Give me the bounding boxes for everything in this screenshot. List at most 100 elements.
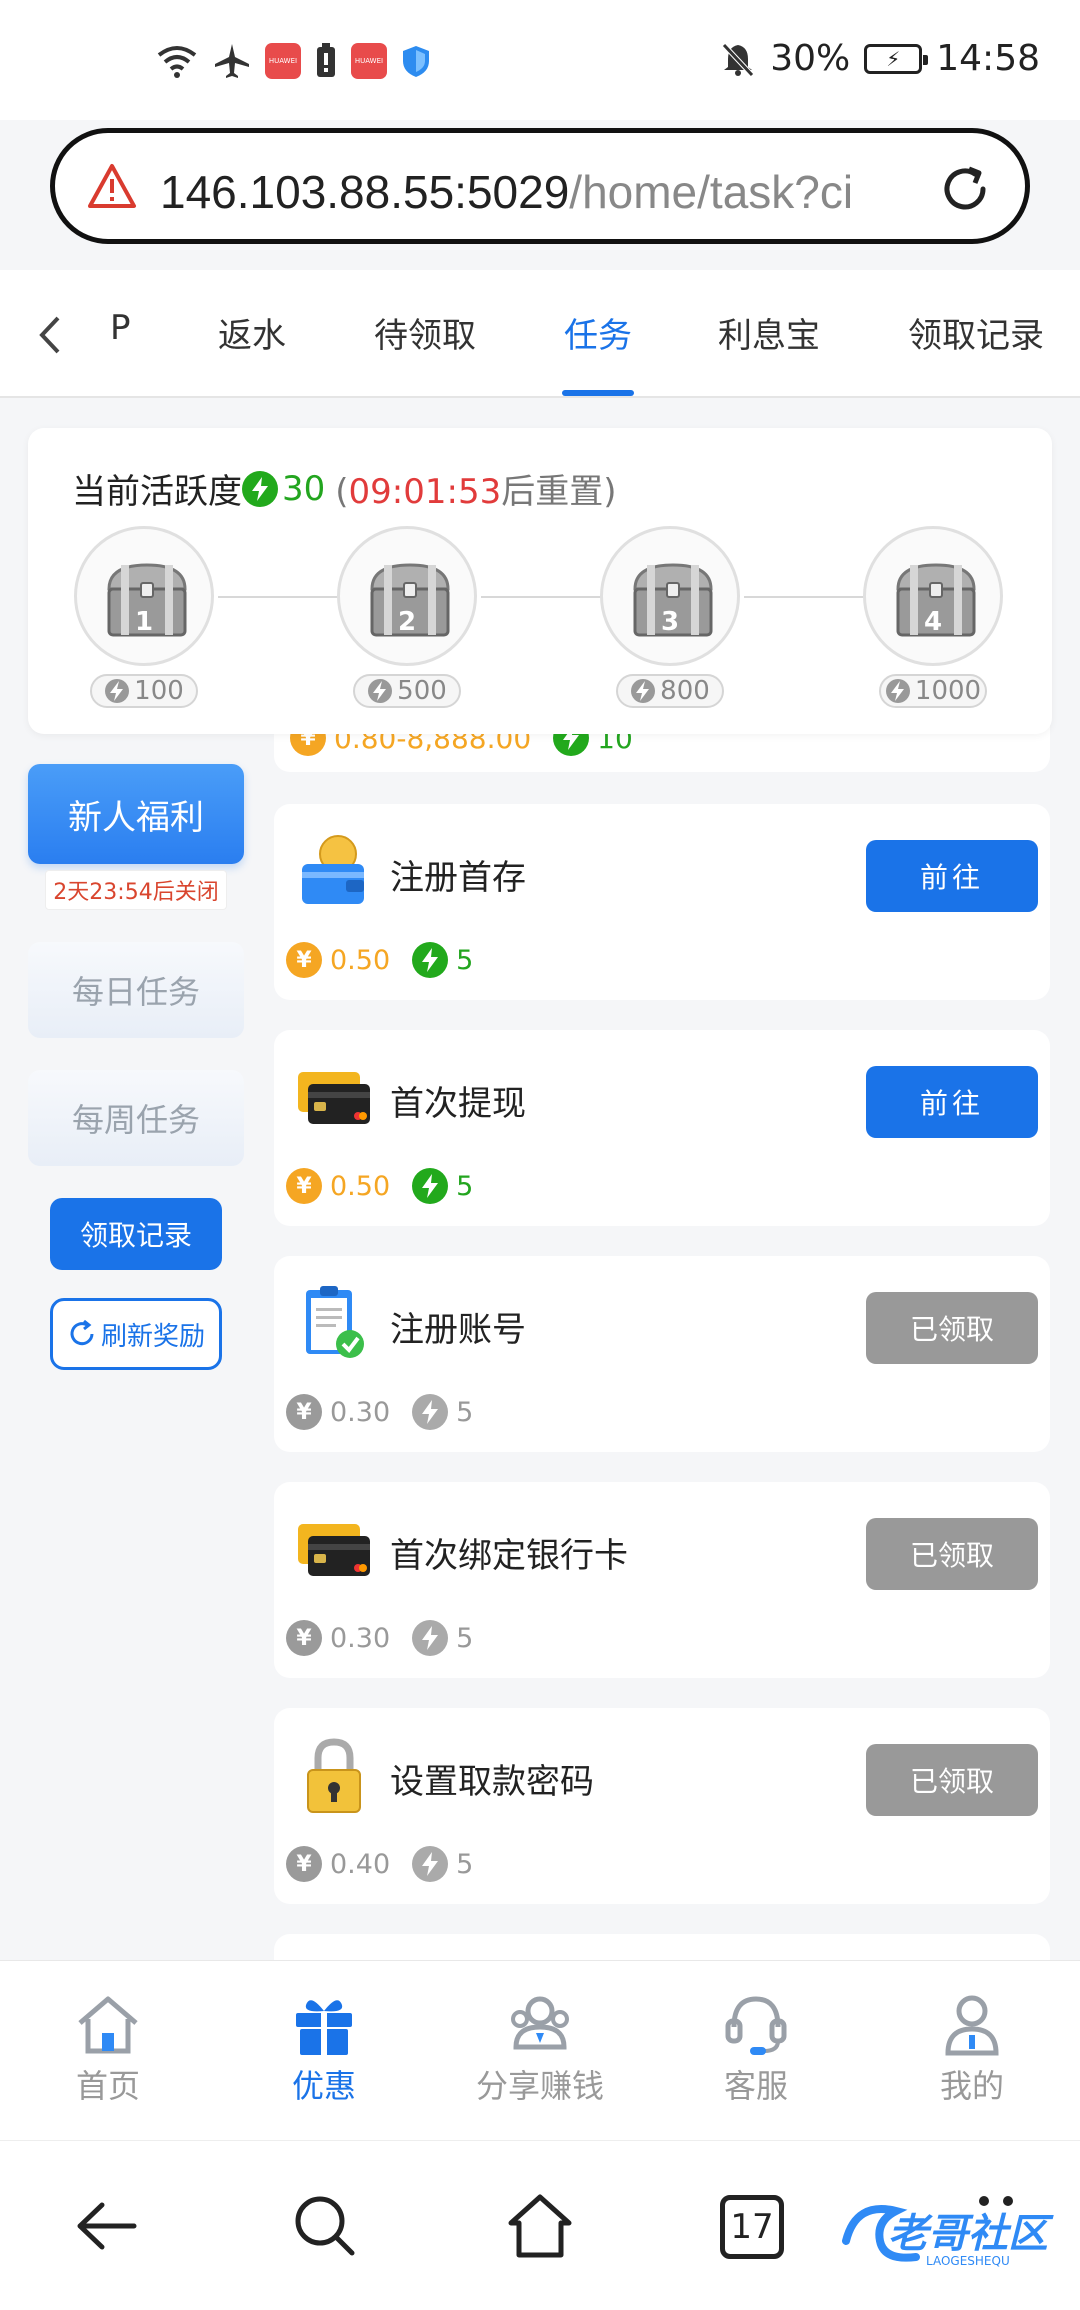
energy-icon [885, 679, 910, 703]
tab-count: 17 [730, 2207, 774, 2247]
newbie-countdown: 2天23:54后关闭 [45, 870, 227, 910]
nav-home[interactable]: 首页 [28, 1991, 188, 2107]
nav-label: 首页 [75, 2067, 140, 2105]
nav-promotions[interactable]: 优惠 [244, 1991, 404, 2107]
treasure-chest-3[interactable]: 3 [600, 526, 740, 666]
battery-percent: 30% [770, 38, 851, 79]
reset-suffix: 后重置) [501, 472, 617, 512]
huawei-app-icon: HUAWEI [351, 43, 387, 79]
chest-requirement-value: 1000 [914, 676, 982, 706]
chevron-left-icon[interactable] [30, 310, 70, 360]
address-bar[interactable]: 146.103.88.55:5029/home/task?ci [50, 128, 1030, 244]
task-title: 注册首存 [390, 858, 526, 898]
yuan-coin-icon: ¥ [286, 1846, 322, 1882]
bank-card-icon [298, 1524, 370, 1576]
tabs-counter-button[interactable]: 17 [720, 2195, 784, 2259]
sidebar-item-daily-tasks[interactable]: 每日任务 [28, 942, 244, 1038]
chest-requirement-value: 800 [660, 676, 710, 706]
home-icon[interactable] [505, 2191, 575, 2261]
refresh-rewards-button[interactable]: 刷新奖励 [50, 1298, 222, 1370]
reward-points: 5 [456, 944, 474, 976]
claim-record-button[interactable]: 领取记录 [50, 1198, 222, 1270]
task-reward: ¥ 0.50 5 [286, 1168, 473, 1204]
chest-number: 3 [660, 607, 680, 637]
url-text[interactable]: 146.103.88.55:5029/home/task?ci [160, 165, 940, 219]
tab-interest[interactable]: 利息宝 [718, 308, 820, 357]
reload-icon[interactable] [935, 159, 995, 219]
clipboard-check-icon [306, 1286, 364, 1358]
battery-icon: ⚡ [864, 43, 929, 74]
shield-icon [403, 46, 429, 77]
sidebar-item-weekly-tasks[interactable]: 每周任务 [28, 1070, 244, 1166]
tab-rebate[interactable]: 返水 [218, 308, 286, 357]
energy-icon [368, 679, 393, 703]
refresh-rewards-label: 刷新奖励 [100, 1321, 205, 1352]
gift-icon [296, 2000, 352, 2055]
svg-text:老哥社区: 老哥社区 [888, 2211, 1054, 2257]
claimed-button[interactable]: 已领取 [866, 1744, 1038, 1816]
sidebar-item-newbie-welfare[interactable]: 新人福利 [28, 764, 244, 864]
energy-icon [631, 679, 656, 703]
browser-toolbar: 17 老哥社区 LAOGESHEQU [0, 2140, 1080, 2310]
energy-icon [412, 1168, 449, 1204]
activity-card: 当前活跃度 30 (09:01:53后重置) 1 2 3 4 100 500 8… [28, 428, 1052, 734]
reward-amount: 0.50 [330, 1170, 391, 1202]
task-title: 首次绑定银行卡 [390, 1536, 628, 1576]
reward-amount: 0.50 [330, 944, 391, 976]
activity-points: 30 [282, 468, 326, 509]
nav-customer-service[interactable]: 客服 [676, 1991, 836, 2107]
task-card: 注册账号 已领取 ¥ 0.30 5 [274, 1256, 1050, 1452]
chest-requirement-value: 500 [397, 676, 447, 706]
treasure-chest-2[interactable]: 2 [337, 526, 477, 666]
yuan-coin-icon: ¥ [286, 1394, 322, 1430]
reward-points: 5 [456, 1848, 474, 1880]
warning-triangle-icon[interactable] [87, 163, 137, 209]
claimed-button[interactable]: 已领取 [866, 1292, 1038, 1364]
task-reward: ¥ 0.50 5 [286, 942, 473, 978]
bank-card-icon [298, 1072, 370, 1124]
bottom-nav: 首页 优惠 分享赚钱 客服 我的 [0, 1960, 1080, 2140]
go-button[interactable]: 前往 [866, 840, 1038, 912]
tab-pending[interactable]: 待领取 [374, 308, 476, 357]
wallet-coin-icon [302, 835, 364, 904]
reward-points: 5 [456, 1622, 474, 1654]
tab-p[interactable]: P [110, 308, 131, 348]
svg-text:LAOGESHEQU: LAOGESHEQU [926, 2254, 1010, 2268]
reset-info: (09:01:53后重置) [335, 464, 616, 513]
active-tab-indicator [562, 390, 634, 396]
tab-claim-record[interactable]: 领取记录 [908, 308, 1044, 357]
yuan-coin-icon: ¥ [286, 942, 322, 978]
url-host: 146.103.88.55:5029 [160, 166, 570, 218]
user-icon [945, 1995, 999, 2056]
back-arrow-icon[interactable] [72, 2191, 142, 2261]
battery-saver-icon [317, 43, 335, 77]
nav-share-earn[interactable]: 分享赚钱 [460, 1991, 620, 2107]
energy-icon [412, 1394, 449, 1430]
reward-points: 5 [456, 1170, 474, 1202]
energy-icon [242, 470, 278, 507]
claimed-button[interactable]: 已领取 [866, 1518, 1038, 1590]
clock: 14:58 [936, 38, 1040, 79]
treasure-chest-4[interactable]: 4 [863, 526, 1003, 666]
reward-amount: 0.30 [330, 1396, 391, 1428]
treasure-chest-1[interactable]: 1 [74, 526, 214, 666]
tab-tasks[interactable]: 任务 [564, 308, 632, 357]
community-logo: 老哥社区 LAOGESHEQU [842, 2196, 1054, 2268]
airplane-icon [215, 44, 249, 78]
chest-number: 4 [923, 607, 943, 637]
mute-bell-icon [722, 42, 755, 77]
chest-requirement: 800 [616, 674, 724, 708]
nav-label: 优惠 [291, 2067, 356, 2105]
reward-amount: 0.40 [330, 1848, 391, 1880]
nav-profile[interactable]: 我的 [892, 1991, 1052, 2107]
task-card: 注册首存 前往 ¥ 0.50 5 [274, 804, 1050, 1000]
yuan-coin-icon: ¥ [286, 1168, 322, 1204]
task-title: 注册账号 [390, 1310, 526, 1350]
energy-icon [412, 1620, 449, 1656]
chest-number: 1 [134, 607, 154, 637]
task-card: 首次绑定银行卡 已领取 ¥ 0.30 5 [274, 1482, 1050, 1678]
wifi-icon [157, 46, 197, 78]
search-icon[interactable] [290, 2191, 360, 2261]
go-button[interactable]: 前往 [866, 1066, 1038, 1138]
energy-icon [105, 679, 130, 703]
